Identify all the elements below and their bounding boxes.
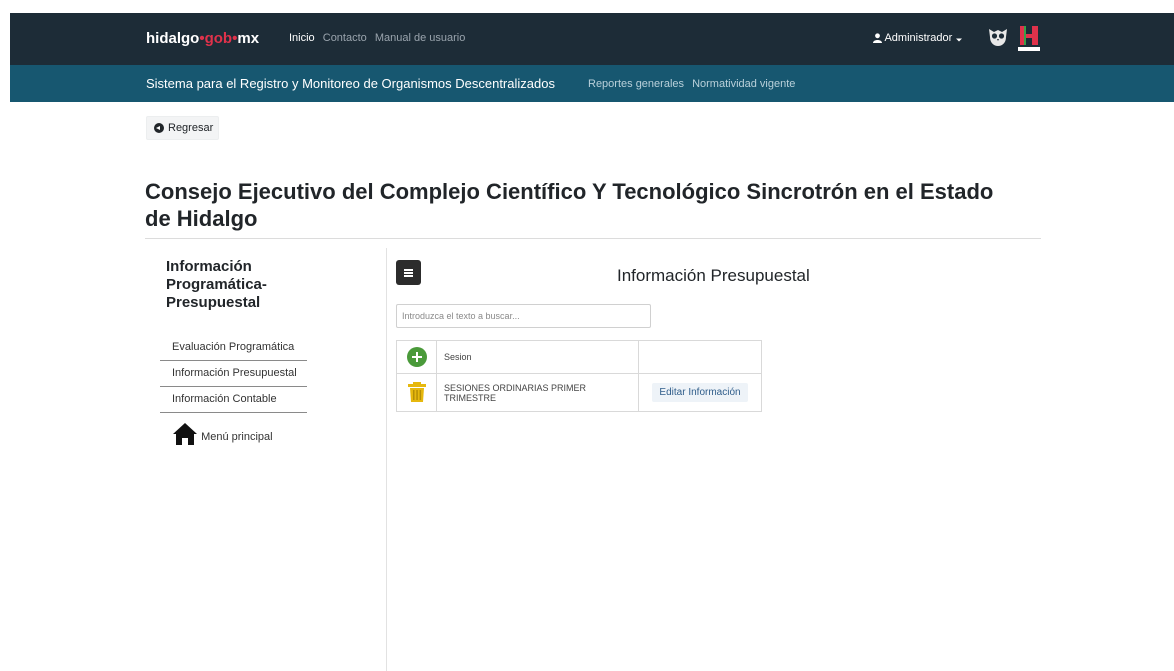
delete-cell bbox=[396, 373, 437, 412]
user-menu[interactable]: Administrador bbox=[873, 32, 963, 44]
nav-manual[interactable]: Manual de usuario bbox=[375, 32, 466, 44]
caret-down-icon bbox=[956, 38, 963, 42]
sidebar-item-evaluacion-programatica[interactable]: Evaluación Programática bbox=[160, 335, 307, 361]
back-button[interactable]: Regresar bbox=[146, 116, 219, 140]
section-title: Información Presupuestal bbox=[617, 266, 810, 285]
session-name: SESIONES ORDINARIAS PRIMER TRIMESTRE bbox=[436, 373, 639, 412]
system-title[interactable]: Sistema para el Registro y Monitoreo de … bbox=[146, 76, 555, 91]
user-icon bbox=[873, 33, 882, 43]
table-row: SESIONES ORDINARIAS PRIMER TRIMESTRE Edi… bbox=[396, 373, 762, 412]
owl-emblem-icon bbox=[989, 29, 1007, 46]
table-header-row: Sesion bbox=[396, 340, 762, 374]
column-header-actions bbox=[638, 340, 762, 374]
hidalgo-logo-icon bbox=[1018, 26, 1040, 51]
arrow-left-circle-icon bbox=[154, 123, 164, 133]
system-links: Reportes generales Normatividad vigente bbox=[588, 78, 800, 90]
home-menu-link[interactable]: Menú principal bbox=[172, 422, 273, 446]
brand-logo[interactable]: hidalgo•gob•mx bbox=[146, 30, 259, 47]
nav-inicio[interactable]: Inicio bbox=[289, 32, 315, 44]
action-cell: Editar Información bbox=[638, 373, 762, 412]
sidebar-menu: Evaluación Programática Información Pres… bbox=[160, 335, 307, 413]
sidebar-item-informacion-contable[interactable]: Información Contable bbox=[160, 387, 307, 413]
column-divider bbox=[386, 248, 387, 671]
link-normatividad-vigente[interactable]: Normatividad vigente bbox=[692, 78, 795, 90]
sessions-table: Sesion SESIONES ORDINARIAS PRIMER TRIMES… bbox=[396, 340, 762, 412]
user-name: Administrador bbox=[884, 32, 953, 44]
back-label: Regresar bbox=[168, 122, 214, 134]
trash-icon[interactable] bbox=[407, 381, 426, 402]
column-header-sesion: Sesion bbox=[436, 340, 639, 374]
edit-info-button[interactable]: Editar Información bbox=[652, 383, 748, 402]
system-bar: Sistema para el Registro y Monitoreo de … bbox=[10, 65, 1174, 102]
search-input[interactable] bbox=[396, 304, 651, 328]
page-title: Consejo Ejecutivo del Complejo Científic… bbox=[145, 179, 994, 231]
sidebar-item-informacion-presupuestal[interactable]: Información Presupuestal bbox=[160, 361, 307, 387]
home-icon bbox=[173, 423, 197, 445]
home-label: Menú principal bbox=[201, 431, 273, 443]
top-nav: Inicio Contacto Manual de usuario bbox=[289, 32, 470, 44]
link-reportes-generales[interactable]: Reportes generales bbox=[588, 78, 684, 90]
top-navbar: hidalgo•gob•mx Inicio Contacto Manual de… bbox=[10, 13, 1174, 65]
add-cell bbox=[396, 340, 437, 374]
nav-contacto[interactable]: Contacto bbox=[323, 32, 367, 44]
add-icon[interactable] bbox=[406, 347, 427, 367]
title-divider bbox=[145, 238, 1041, 239]
sidebar-title: Información Programática-Presupuestal bbox=[166, 258, 267, 311]
menu-toggle-button[interactable] bbox=[396, 260, 421, 285]
